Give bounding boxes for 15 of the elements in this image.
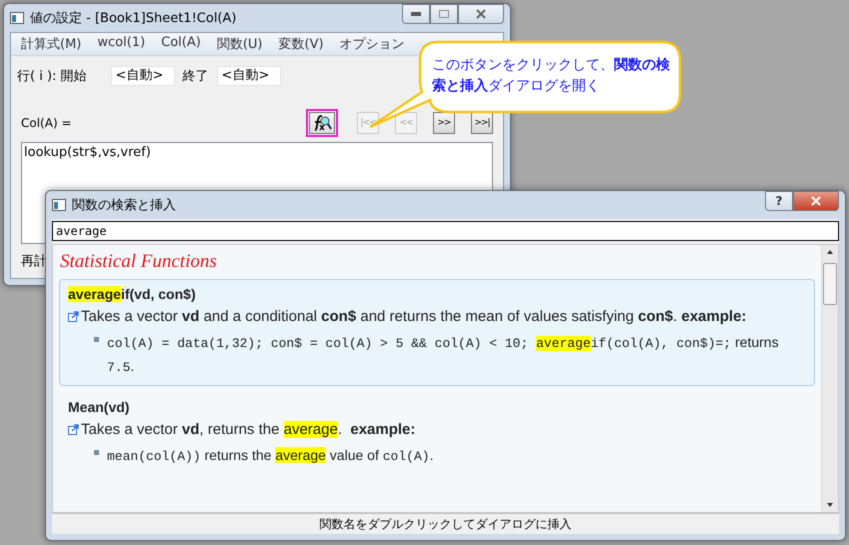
function-description: Takes a vector vd and a conditional con$ and returns the mean of values satisfying con$. example: bbox=[81, 308, 746, 325]
function-signature: Mean(vd) bbox=[68, 399, 130, 415]
row-range-label: 行( i ): 開始 bbox=[17, 68, 87, 85]
recalculate-label: 再計 bbox=[21, 253, 47, 270]
formula-label: Col(A) = bbox=[21, 116, 72, 130]
function-description: Takes a vector vd, returns the average. example: bbox=[81, 421, 416, 438]
end-label: 終了 bbox=[182, 68, 209, 85]
callout-text: このボタンをクリックして、関数の検索と挿入ダイアログを開く bbox=[432, 56, 670, 96]
function-signature: averageif(vd, con$) bbox=[68, 286, 197, 302]
status-text: 関数名をダブルクリックしてダイアログに挿入 bbox=[320, 516, 572, 532]
dialog-title: 関数の検索と挿入 bbox=[72, 197, 177, 214]
section-title: Statistical Functions bbox=[60, 251, 218, 273]
window-title: 値の設定 - [Book1]Sheet1!Col(A) bbox=[30, 10, 238, 27]
function-example: mean(col(A)) returns the average value of col(A). bbox=[107, 446, 434, 466]
function-example: col(A) = data(1,32); con$ = col(A) > 5 && col(A) < 10; averageif(col(A), con$)=; returns 7.5. bbox=[107, 333, 780, 377]
